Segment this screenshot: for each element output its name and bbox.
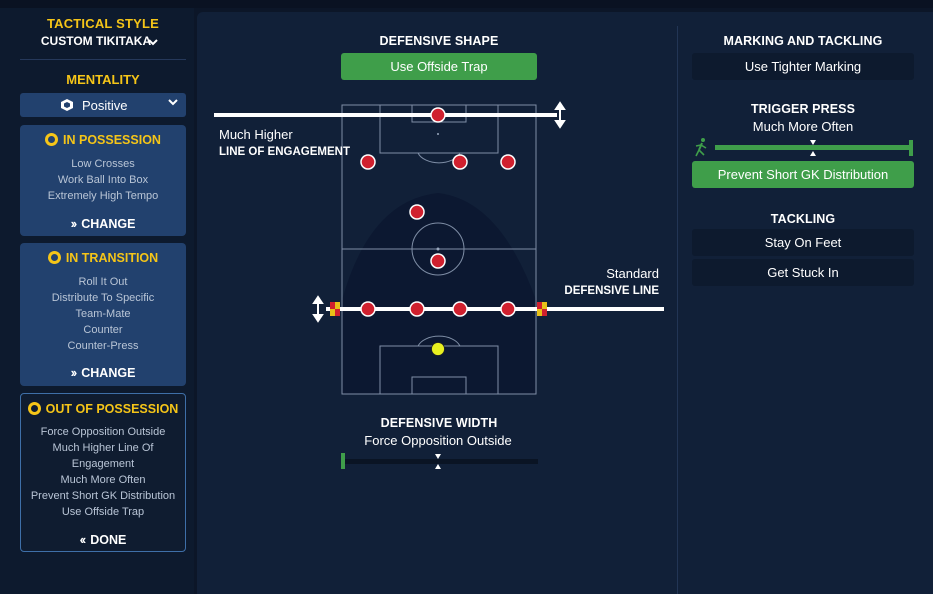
- player-marker: [430, 107, 446, 123]
- player-marker: [430, 253, 446, 269]
- trigger-press-slider[interactable]: [712, 137, 916, 159]
- player-marker: [409, 301, 425, 317]
- pitch-diagram: [214, 101, 913, 469]
- player-marker: [500, 154, 516, 170]
- player-marker: [360, 154, 376, 170]
- trigger-press-title: TRIGGER PRESS: [750, 102, 856, 116]
- goalkeeper-marker: [431, 342, 445, 356]
- stay-on-feet-button[interactable]: Stay On Feet: [692, 229, 914, 256]
- line-of-engagement-value: Much Higher: [219, 127, 293, 142]
- defensive-width-slider[interactable]: [336, 450, 542, 472]
- player-marker: [452, 154, 468, 170]
- prevent-short-gk-distribution-button[interactable]: Prevent Short GK Distribution: [692, 161, 914, 188]
- line-of-engagement-label: LINE OF ENGAGEMENT: [219, 146, 350, 158]
- drag-handle-vertical-icon: [554, 101, 566, 129]
- player-marker: [452, 301, 468, 317]
- get-stuck-in-button[interactable]: Get Stuck In: [692, 259, 914, 286]
- offside-flag-icon: [330, 302, 340, 316]
- trigger-press-value: Much More Often: [752, 119, 854, 134]
- use-tighter-marking-button[interactable]: Use Tighter Marking: [692, 53, 914, 80]
- player-marker: [409, 204, 425, 220]
- defensive-line-value: Standard: [606, 266, 659, 281]
- defensive-line-label: DEFENSIVE LINE: [564, 285, 659, 297]
- tackling-title: TACKLING: [770, 212, 836, 226]
- offside-flag-icon: [537, 302, 547, 316]
- running-man-icon: [695, 138, 707, 157]
- defensive-width-title: DEFENSIVE WIDTH: [380, 416, 498, 430]
- marking-tackling-title: MARKING AND TACKLING: [723, 34, 883, 48]
- player-marker: [500, 301, 516, 317]
- player-marker: [360, 301, 376, 317]
- defensive-width-value: Force Opposition Outside: [364, 433, 512, 448]
- drag-handle-vertical-icon: [312, 295, 324, 323]
